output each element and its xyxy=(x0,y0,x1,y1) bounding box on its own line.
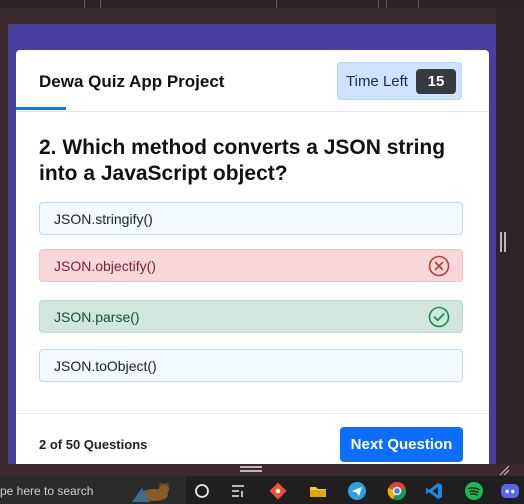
option-1[interactable]: JSON.stringify() xyxy=(39,202,463,235)
option-2[interactable]: JSON.objectify() xyxy=(39,249,463,282)
resize-corner-icon[interactable] xyxy=(498,464,510,476)
option-label: JSON.toObject() xyxy=(54,358,157,374)
vscode-icon[interactable] xyxy=(424,481,444,501)
taskbar: pe here to search xyxy=(0,476,524,504)
divider xyxy=(386,0,387,8)
question-progress: 2 of 50 Questions xyxy=(39,437,148,452)
check-circle-icon xyxy=(428,306,450,328)
timer: Time Left 15 xyxy=(337,62,462,100)
desktop-top-strip xyxy=(0,0,524,8)
option-4[interactable]: JSON.toObject() xyxy=(39,349,463,382)
divider xyxy=(84,0,85,8)
x-circle-icon xyxy=(428,255,450,277)
app-title: Dewa Quiz App Project xyxy=(39,72,225,91)
file-explorer-icon[interactable] xyxy=(308,481,328,501)
option-3[interactable]: JSON.parse() xyxy=(39,300,463,333)
option-label: JSON.stringify() xyxy=(54,211,153,227)
bear-widget-icon xyxy=(132,482,169,502)
spotify-icon[interactable] xyxy=(464,481,484,501)
timer-label: Time Left xyxy=(346,73,408,90)
search-placeholder: pe here to search xyxy=(0,484,94,498)
divider xyxy=(100,0,101,8)
task-view-icon[interactable] xyxy=(192,481,212,501)
drag-handle[interactable] xyxy=(240,466,262,472)
telegram-icon[interactable] xyxy=(347,481,367,501)
divider xyxy=(418,0,419,8)
divider xyxy=(378,0,379,8)
quiz-header: Dewa Quiz App Project Time Left 15 xyxy=(16,50,489,112)
divider xyxy=(276,0,277,8)
next-question-button[interactable]: Next Question xyxy=(340,427,463,462)
option-label: JSON.parse() xyxy=(54,309,140,325)
question-text: 2. Which method converts a JSON string i… xyxy=(39,136,446,185)
quiz-card: Dewa Quiz App Project Time Left 15 2. Wh… xyxy=(16,50,489,464)
widgets-icon[interactable] xyxy=(228,481,248,501)
splitter-handle[interactable] xyxy=(500,232,506,252)
chrome-icon[interactable] xyxy=(387,481,407,501)
timer-count: 15 xyxy=(416,69,456,94)
quiz-footer: 2 of 50 Questions Next Question xyxy=(16,413,489,464)
git-icon[interactable] xyxy=(268,481,288,501)
option-label: JSON.objectify() xyxy=(54,258,156,274)
discord-icon[interactable] xyxy=(500,481,520,501)
header-accent-bar xyxy=(16,107,66,110)
taskbar-search[interactable]: pe here to search xyxy=(0,476,186,504)
